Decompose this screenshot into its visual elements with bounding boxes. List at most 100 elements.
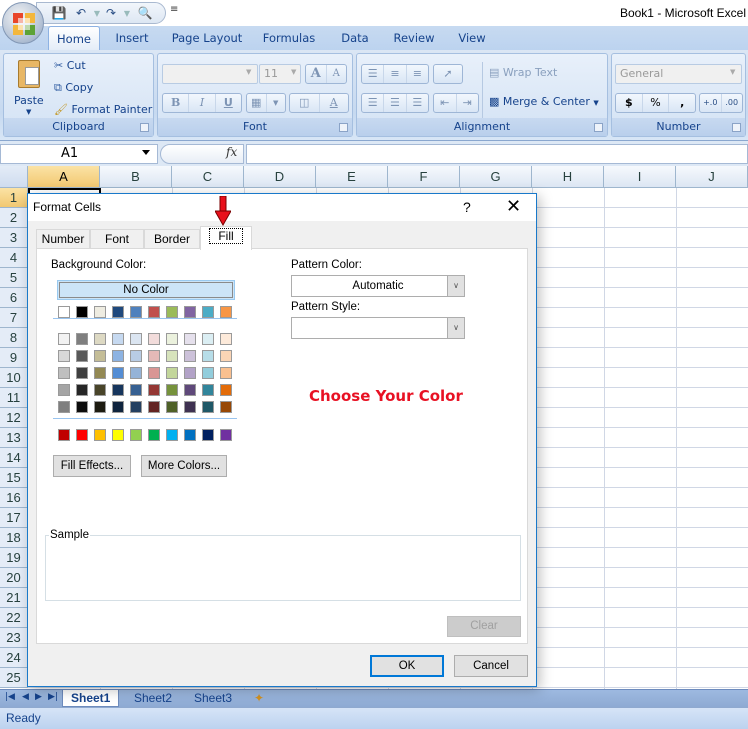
save-icon[interactable]: 💾 [51, 6, 67, 21]
color-swatch[interactable] [202, 306, 214, 318]
paste-button[interactable]: Paste ▼ [12, 58, 46, 116]
tab-fill[interactable]: Fill [200, 226, 252, 250]
no-color-button[interactable]: No Color [57, 280, 235, 300]
color-swatch[interactable] [130, 401, 142, 413]
row-header-20[interactable]: 20 [0, 568, 28, 588]
pattern-color-select[interactable]: Automatic ∨ [291, 275, 465, 297]
color-swatch[interactable] [166, 429, 178, 441]
copy-button[interactable]: ⧉ Copy [54, 81, 93, 95]
color-swatch[interactable] [58, 401, 70, 413]
italic-button[interactable]: I [189, 94, 216, 112]
align-left-button[interactable]: ☰ [362, 94, 385, 112]
color-swatch[interactable] [202, 401, 214, 413]
color-swatch[interactable] [76, 384, 88, 396]
color-swatch[interactable] [220, 333, 232, 345]
color-swatch[interactable] [202, 429, 214, 441]
orientation-button[interactable]: ➚ [433, 64, 463, 84]
color-swatch[interactable] [76, 401, 88, 413]
number-launcher-icon[interactable] [732, 123, 741, 132]
increase-indent-button[interactable]: ⇥ [457, 94, 479, 112]
color-swatch[interactable] [94, 350, 106, 362]
tab-home[interactable]: Home [48, 26, 100, 50]
color-swatch[interactable] [76, 350, 88, 362]
row-header-16[interactable]: 16 [0, 488, 28, 508]
color-swatch[interactable] [166, 367, 178, 379]
comma-button[interactable]: , [669, 94, 695, 112]
next-sheet-icon[interactable]: ▶ [35, 692, 42, 702]
color-swatch[interactable] [112, 333, 124, 345]
chevron-down-icon[interactable]: ∨ [447, 318, 464, 338]
row-header-12[interactable]: 12 [0, 408, 28, 428]
color-swatch[interactable] [148, 333, 160, 345]
color-swatch[interactable] [184, 384, 196, 396]
tab-page-layout[interactable]: Page Layout [168, 26, 246, 50]
cancel-button[interactable]: Cancel [454, 655, 528, 677]
color-swatch[interactable] [112, 367, 124, 379]
color-swatch[interactable] [220, 429, 232, 441]
color-swatch[interactable] [166, 350, 178, 362]
clipboard-launcher-icon[interactable] [140, 123, 149, 132]
align-right-button[interactable]: ☰ [407, 94, 428, 112]
row-header-19[interactable]: 19 [0, 548, 28, 568]
row-header-3[interactable]: 3 [0, 228, 28, 248]
color-swatch[interactable] [112, 306, 124, 318]
undo-icon[interactable]: ↶ [73, 6, 89, 21]
color-swatch[interactable] [112, 350, 124, 362]
close-button[interactable]: ✕ [506, 196, 521, 217]
row-header-7[interactable]: 7 [0, 308, 28, 328]
color-swatch[interactable] [112, 401, 124, 413]
row-header-24[interactable]: 24 [0, 648, 28, 668]
row-header-5[interactable]: 5 [0, 268, 28, 288]
color-swatch[interactable] [220, 401, 232, 413]
number-format-dropdown-icon[interactable]: ▼ [730, 68, 735, 76]
insert-function-button[interactable]: fx [226, 145, 237, 159]
column-header-e[interactable]: E [316, 166, 388, 188]
color-swatch[interactable] [58, 306, 70, 318]
sheet-tab-sheet2[interactable]: Sheet2 [126, 690, 180, 707]
fill-color-icon[interactable]: ◫ [290, 94, 320, 112]
tab-review[interactable]: Review [388, 26, 440, 50]
tab-formulas[interactable]: Formulas [258, 26, 320, 50]
color-swatch[interactable] [94, 384, 106, 396]
row-header-11[interactable]: 11 [0, 388, 28, 408]
color-swatch[interactable] [58, 333, 70, 345]
color-swatch[interactable] [58, 384, 70, 396]
redo-icon[interactable]: ↷ [103, 6, 119, 21]
color-swatch[interactable] [94, 306, 106, 318]
first-sheet-icon[interactable]: |◀ [5, 692, 15, 702]
sheet-tab-sheet3[interactable]: Sheet3 [186, 690, 240, 707]
middle-align-button[interactable]: ≡ [384, 65, 407, 83]
row-header-14[interactable]: 14 [0, 448, 28, 468]
tab-data[interactable]: Data [334, 26, 376, 50]
color-swatch[interactable] [220, 384, 232, 396]
color-swatch[interactable] [148, 429, 160, 441]
column-header-j[interactable]: J [676, 166, 748, 188]
color-swatch[interactable] [76, 429, 88, 441]
row-header-9[interactable]: 9 [0, 348, 28, 368]
color-swatch[interactable] [166, 401, 178, 413]
row-header-23[interactable]: 23 [0, 628, 28, 648]
color-swatch[interactable] [76, 306, 88, 318]
color-swatch[interactable] [202, 350, 214, 362]
font-name-combo[interactable] [162, 64, 258, 84]
font-launcher-icon[interactable] [339, 123, 348, 132]
shrink-font-button[interactable]: A [327, 65, 347, 83]
office-button[interactable] [2, 2, 44, 44]
color-swatch[interactable] [220, 367, 232, 379]
row-header-17[interactable]: 17 [0, 508, 28, 528]
row-header-13[interactable]: 13 [0, 428, 28, 448]
column-header-a[interactable]: A [28, 166, 100, 188]
select-all-button[interactable] [0, 166, 28, 188]
row-header-10[interactable]: 10 [0, 368, 28, 388]
column-header-g[interactable]: G [460, 166, 532, 188]
top-align-button[interactable]: ☰ [362, 65, 385, 83]
color-swatch[interactable] [202, 367, 214, 379]
prev-sheet-icon[interactable]: ◀ [22, 692, 29, 702]
color-swatch[interactable] [202, 333, 214, 345]
row-header-15[interactable]: 15 [0, 468, 28, 488]
insert-sheet-icon[interactable]: ✦ [246, 690, 272, 707]
color-swatch[interactable] [76, 367, 88, 379]
color-swatch[interactable] [166, 384, 178, 396]
format-painter-button[interactable]: 🖌 Format Painter [54, 103, 152, 116]
clear-button[interactable]: Clear [447, 616, 521, 637]
